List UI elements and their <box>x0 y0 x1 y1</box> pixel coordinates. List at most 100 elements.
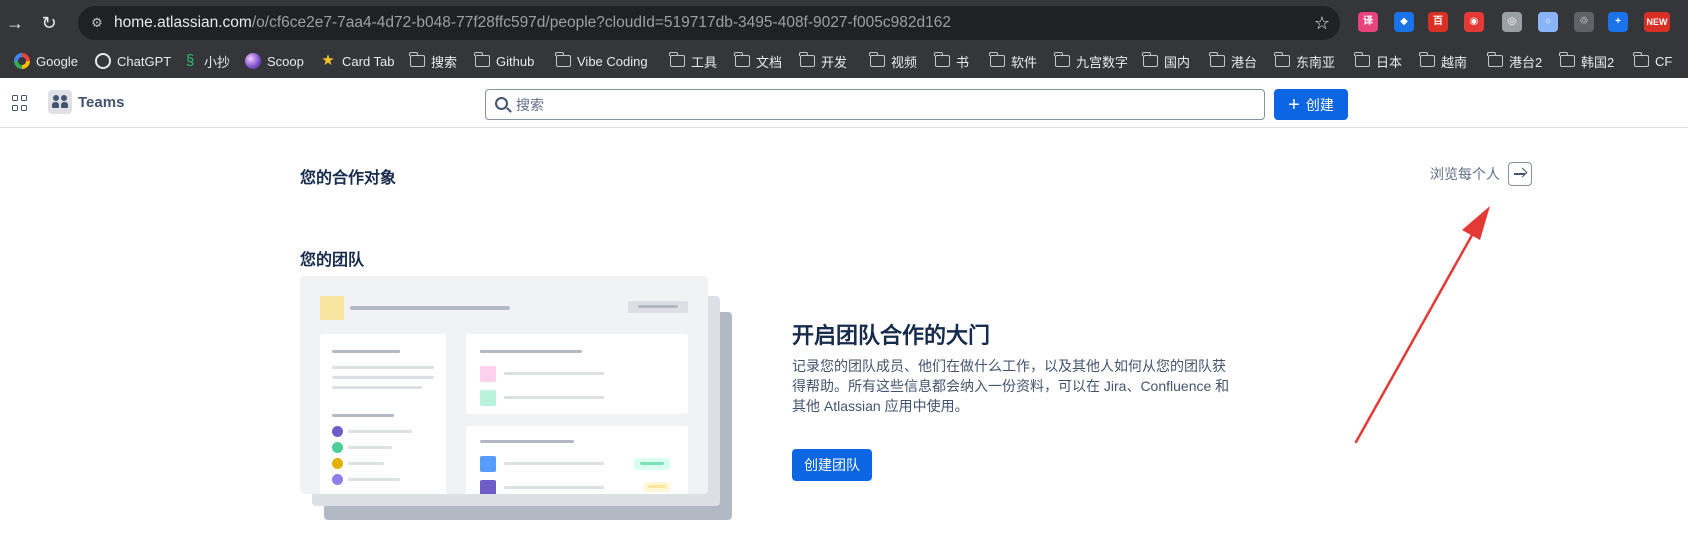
create-team-button[interactable]: 创建团队 <box>792 449 872 481</box>
bookmark-label: 越南 <box>1441 54 1468 70</box>
bookmark-label: 工具 <box>691 54 718 70</box>
create-button-label: 创建 <box>1305 96 1334 113</box>
bookmark-item[interactable]: ★ Card Tab <box>320 50 395 72</box>
bookmark-item[interactable]: 书 <box>934 50 970 72</box>
folder-icon <box>1419 52 1435 67</box>
url-text[interactable]: home.atlassian.com/o/cf6ce2e7-7aa4-4d72-… <box>114 14 951 32</box>
bookmark-star-icon[interactable]: ☆ <box>1314 12 1330 34</box>
recycle-ext-icon[interactable]: ♲ <box>1574 12 1594 32</box>
app-top-bar: Teams + 创建 <box>0 78 1688 128</box>
product-name[interactable]: Teams <box>78 94 124 111</box>
bookmark-item[interactable]: 搜索 <box>409 50 458 72</box>
illustration-line <box>332 376 434 379</box>
illustration-line <box>332 350 400 353</box>
reload-icon[interactable]: ↻ <box>36 10 62 36</box>
teams-heading: 您的团队 <box>300 252 365 269</box>
bookmark-label: 软件 <box>1011 54 1038 70</box>
illustration-line <box>504 486 604 489</box>
bookmark-item[interactable]: Vibe Coding <box>555 50 648 72</box>
app-switcher-icon[interactable] <box>12 95 28 111</box>
diamond-ext-icon[interactable]: ◆ <box>1394 12 1414 32</box>
url-path: /o/cf6ce2e7-7aa4-4d72-b048-77f28ffc597d/… <box>251 14 951 31</box>
arrow-right-icon[interactable] <box>1508 162 1532 186</box>
translate-ext-icon[interactable]: 译 <box>1358 12 1378 32</box>
illustration-line <box>504 396 604 399</box>
illustration-avatar <box>332 442 343 453</box>
bookmark-label: Card Tab <box>342 53 395 69</box>
xiaochao-icon: § <box>185 52 195 69</box>
scoop-icon <box>245 53 261 69</box>
bookmark-item[interactable]: 港台 <box>1209 50 1257 72</box>
illustration-avatar <box>332 458 343 469</box>
folder-icon <box>1274 52 1290 67</box>
bookmark-label: 九宫数字 <box>1076 54 1129 70</box>
illustration-right-card-top <box>466 334 688 414</box>
folder-icon <box>409 52 425 67</box>
folder-icon <box>1633 52 1649 67</box>
address-bar[interactable]: ⚙ home.atlassian.com/o/cf6ce2e7-7aa4-4d7… <box>78 6 1340 40</box>
bookmark-label: 搜索 <box>431 54 458 70</box>
bookmark-label: ChatGPT <box>117 53 172 69</box>
illustration-line <box>648 485 666 488</box>
folder-icon <box>989 52 1005 67</box>
teams-cta-description: 记录您的团队成员、他们在做什么工作，以及其他人如何从您的团队获得帮助。所有这些信… <box>792 358 1230 414</box>
bookmark-item[interactable]: Scoop <box>245 50 304 72</box>
illustration-right-card-bottom <box>466 426 688 494</box>
bookmark-label: 书 <box>956 54 970 70</box>
bookmark-item[interactable]: Google <box>14 50 78 72</box>
bookmark-item[interactable]: 韩国2 <box>1559 50 1615 72</box>
folder-icon <box>1054 52 1070 67</box>
folder-icon <box>799 52 815 67</box>
bookmark-item[interactable]: 越南 <box>1419 50 1468 72</box>
bookmark-label: Vibe Coding <box>577 53 648 69</box>
camera-red-ext-icon[interactable]: ◉ <box>1464 12 1484 32</box>
illustration-line <box>332 414 394 417</box>
bookmark-item[interactable]: 开发 <box>799 50 847 72</box>
ring-ext-icon[interactable]: ○ <box>1538 12 1558 32</box>
red-ext-icon[interactable]: 百 <box>1428 12 1448 32</box>
bookmark-label: 视频 <box>891 54 918 70</box>
bookmark-item[interactable]: 软件 <box>989 50 1038 72</box>
illustration-avatar <box>332 474 343 485</box>
annotation-arrow-icon <box>1354 206 1490 444</box>
bookmark-item[interactable]: 国内 <box>1142 50 1190 72</box>
bookmark-item[interactable]: ChatGPT <box>95 50 171 72</box>
folder-icon <box>734 52 750 67</box>
illustration-line <box>480 440 574 443</box>
bookmark-label: 韩国2 <box>1581 54 1615 70</box>
folder-icon <box>474 52 490 67</box>
plus-ext-icon[interactable]: + <box>1608 12 1628 32</box>
new-ext-icon[interactable]: NEW <box>1644 12 1670 32</box>
bookmark-item[interactable]: 日本 <box>1354 50 1403 72</box>
bookmark-item[interactable]: 视频 <box>869 50 918 72</box>
illustration-line <box>504 372 604 375</box>
bookmark-item[interactable]: Github <box>474 50 534 72</box>
illustration-avatar-square <box>320 296 344 320</box>
bookmark-item[interactable]: 工具 <box>669 50 718 72</box>
site-info-icon[interactable]: ⚙ <box>88 14 106 32</box>
illustration-left-card <box>320 334 446 494</box>
bookmark-item[interactable]: 东南亚 <box>1274 50 1336 72</box>
forward-arrow-icon[interactable]: → <box>2 10 28 36</box>
camera-ext-icon[interactable]: ◎ <box>1502 12 1522 32</box>
bookmark-item[interactable]: 九宫数字 <box>1054 50 1129 72</box>
bookmark-label: 日本 <box>1376 54 1403 70</box>
teams-logo-icon[interactable] <box>48 90 72 114</box>
illustration-square-pink <box>480 366 496 382</box>
browse-everyone-link[interactable]: 浏览每个人 <box>1430 162 1532 186</box>
folder-icon <box>1142 52 1158 67</box>
bookmark-item[interactable]: 港台2 <box>1487 50 1542 72</box>
url-host: home.atlassian.com <box>114 14 252 31</box>
bookmark-label: 东南亚 <box>1296 54 1336 70</box>
illustration-line <box>640 462 664 465</box>
search-input[interactable] <box>516 94 1246 115</box>
illustration-avatar <box>332 426 343 437</box>
search-box[interactable] <box>485 89 1265 120</box>
bookmark-item[interactable]: CF <box>1633 50 1672 72</box>
bookmark-item[interactable]: § 小抄 <box>182 50 230 72</box>
bookmark-label: 小抄 <box>204 54 231 70</box>
bookmark-item[interactable]: 文档 <box>734 50 782 72</box>
create-button[interactable]: + 创建 <box>1274 89 1348 120</box>
google-icon <box>14 53 30 69</box>
folder-icon <box>1559 52 1575 67</box>
